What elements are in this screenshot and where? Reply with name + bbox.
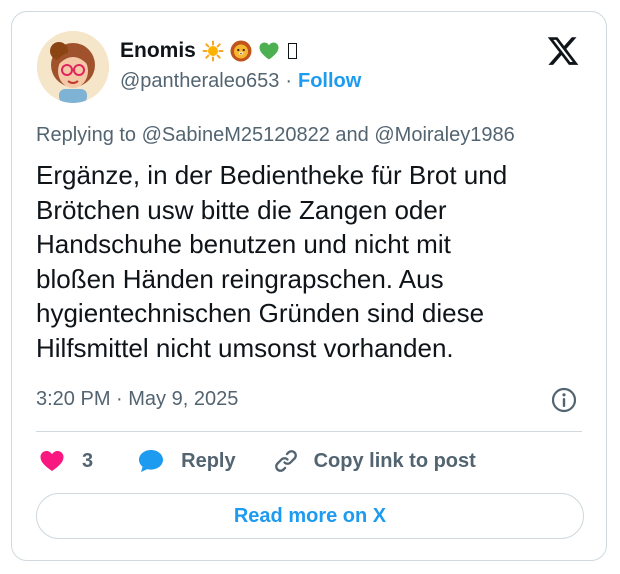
- link-icon: [272, 447, 300, 475]
- speech-bubble-icon: [137, 447, 165, 475]
- missing-glyph-icon: [287, 43, 297, 59]
- avatar-image: [37, 31, 109, 103]
- reply-button[interactable]: Reply: [137, 447, 236, 475]
- author-handle-row: @pantheraleo653 · Follow: [120, 70, 361, 93]
- separator-dot: ·: [285, 70, 292, 92]
- green-heart-emoji-icon: [258, 40, 280, 62]
- author-handle[interactable]: @pantheraleo653: [120, 70, 279, 93]
- heart-icon: [38, 447, 66, 475]
- divider: [36, 431, 582, 432]
- copy-link-label: Copy link to post: [313, 449, 476, 472]
- copy-link-button[interactable]: Copy link to post: [272, 447, 476, 475]
- tweet-text: Ergänze, in der Bedientheke für Brot und…: [36, 160, 508, 363]
- like-count: 3: [82, 449, 94, 472]
- info-icon[interactable]: [550, 386, 578, 414]
- lion-emoji-icon: [230, 40, 252, 62]
- sun-emoji-icon: [202, 40, 224, 62]
- tweet-card: Enomis @pantheraleo653 · Follow Replying…: [11, 11, 607, 561]
- reply-label: Reply: [181, 449, 236, 472]
- avatar[interactable]: [37, 31, 109, 103]
- read-more-button[interactable]: Read more on X: [36, 493, 584, 539]
- author-name-row: Enomis: [120, 38, 297, 64]
- author-display-name[interactable]: Enomis: [120, 39, 196, 63]
- replying-to-conjunction: and: [335, 124, 369, 146]
- mention-link-1[interactable]: @SabineM25120822: [142, 124, 330, 146]
- like-button[interactable]: 3: [38, 447, 93, 475]
- mention-link-2[interactable]: @Moiraley1986: [374, 124, 514, 146]
- replying-to-prefix: Replying to: [36, 124, 137, 146]
- tweet-timestamp[interactable]: 3:20 PM · May 9, 2025: [36, 388, 238, 411]
- x-logo-icon[interactable]: [546, 34, 580, 68]
- replying-to-line: Replying to @SabineM25120822 and @Moiral…: [36, 124, 515, 147]
- follow-button[interactable]: Follow: [298, 70, 361, 93]
- action-bar: 3 Reply Copy link to post: [38, 445, 476, 477]
